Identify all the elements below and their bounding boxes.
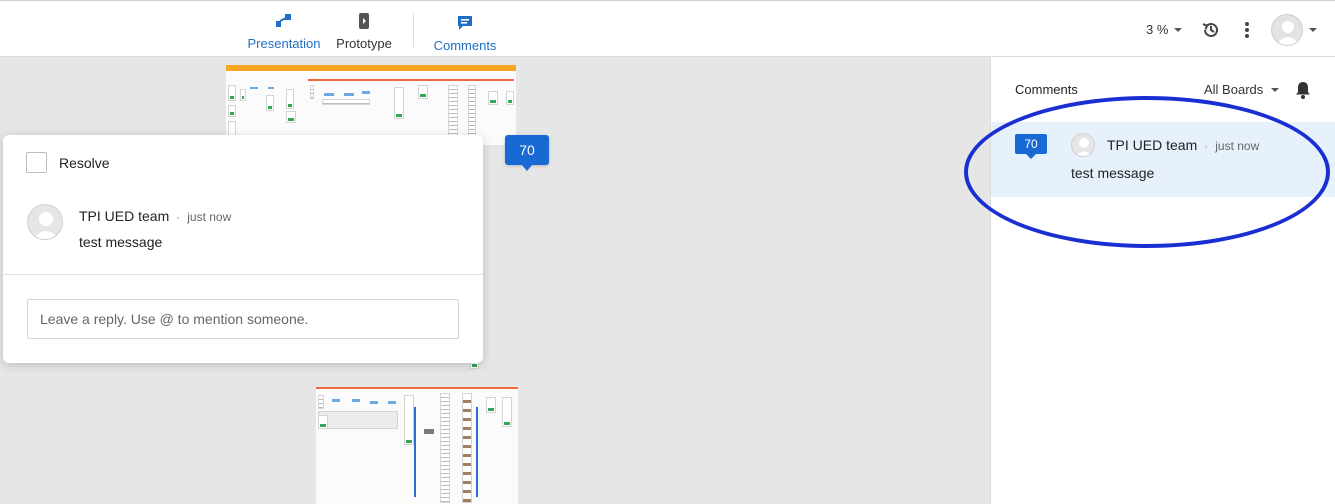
zoom-value: 3 %: [1146, 22, 1169, 37]
panel-title: Comments: [1015, 82, 1078, 97]
comment-author: TPI UED team: [1107, 137, 1198, 153]
mode-presentation-label: Presentation: [247, 36, 321, 51]
zoom-dropdown[interactable]: 3 %: [1146, 22, 1183, 37]
comment-pin-badge: 70: [1015, 134, 1047, 159]
mode-comments-label: Comments: [433, 38, 497, 53]
prototype-icon: [358, 11, 370, 31]
comment-pin[interactable]: 70: [505, 135, 549, 171]
history-icon[interactable]: [1200, 19, 1222, 41]
mode-prototype[interactable]: Prototype: [335, 11, 393, 51]
comment-time: just now: [1215, 139, 1260, 153]
toolbar-divider: [413, 13, 414, 47]
presentation-icon: [275, 11, 293, 31]
mode-comments[interactable]: Comments: [434, 13, 496, 53]
chevron-down-icon: [1271, 87, 1280, 92]
boards-filter-dropdown[interactable]: All Boards: [1204, 82, 1280, 97]
list-item[interactable]: 70 TPI UED team · just now test message: [991, 122, 1335, 197]
avatar-menu-chevron-icon[interactable]: [1309, 28, 1317, 32]
comment-author: TPI UED team: [79, 208, 170, 224]
comment-message: test message: [79, 234, 163, 250]
divider: [3, 274, 483, 275]
resolve-row: Resolve: [26, 152, 110, 173]
bell-icon[interactable]: [1295, 81, 1311, 99]
separator-dot: ·: [176, 210, 181, 224]
comment-header: TPI UED team · just now: [1107, 137, 1259, 153]
reply-input[interactable]: [27, 299, 459, 339]
comments-icon: [456, 13, 474, 33]
comment-popup: Resolve TPI UED team · just now test mes…: [3, 135, 483, 363]
comment-header: TPI UED team · just now: [79, 208, 231, 224]
mode-presentation[interactable]: Presentation: [247, 11, 321, 51]
mode-prototype-label: Prototype: [336, 36, 392, 51]
comment-time: just now: [187, 210, 232, 224]
top-toolbar: Presentation Prototype Comments 3 %: [0, 0, 1335, 57]
comments-panel: Comments All Boards 70 TPI UED team · ju…: [990, 57, 1335, 504]
avatar: [27, 204, 63, 240]
comment-message: test message: [1071, 165, 1155, 181]
avatar: [1071, 133, 1095, 157]
board-thumbnail-upper[interactable]: [226, 65, 516, 145]
more-vertical-icon[interactable]: [1240, 19, 1254, 41]
boards-filter-label: All Boards: [1204, 82, 1264, 97]
resolve-label: Resolve: [59, 154, 110, 171]
separator-dot: ·: [1204, 139, 1209, 153]
user-avatar-icon[interactable]: [1271, 14, 1303, 46]
chevron-down-icon: [1174, 27, 1183, 32]
board-thumbnail-lower[interactable]: [316, 387, 518, 504]
resolve-checkbox[interactable]: [26, 152, 47, 173]
